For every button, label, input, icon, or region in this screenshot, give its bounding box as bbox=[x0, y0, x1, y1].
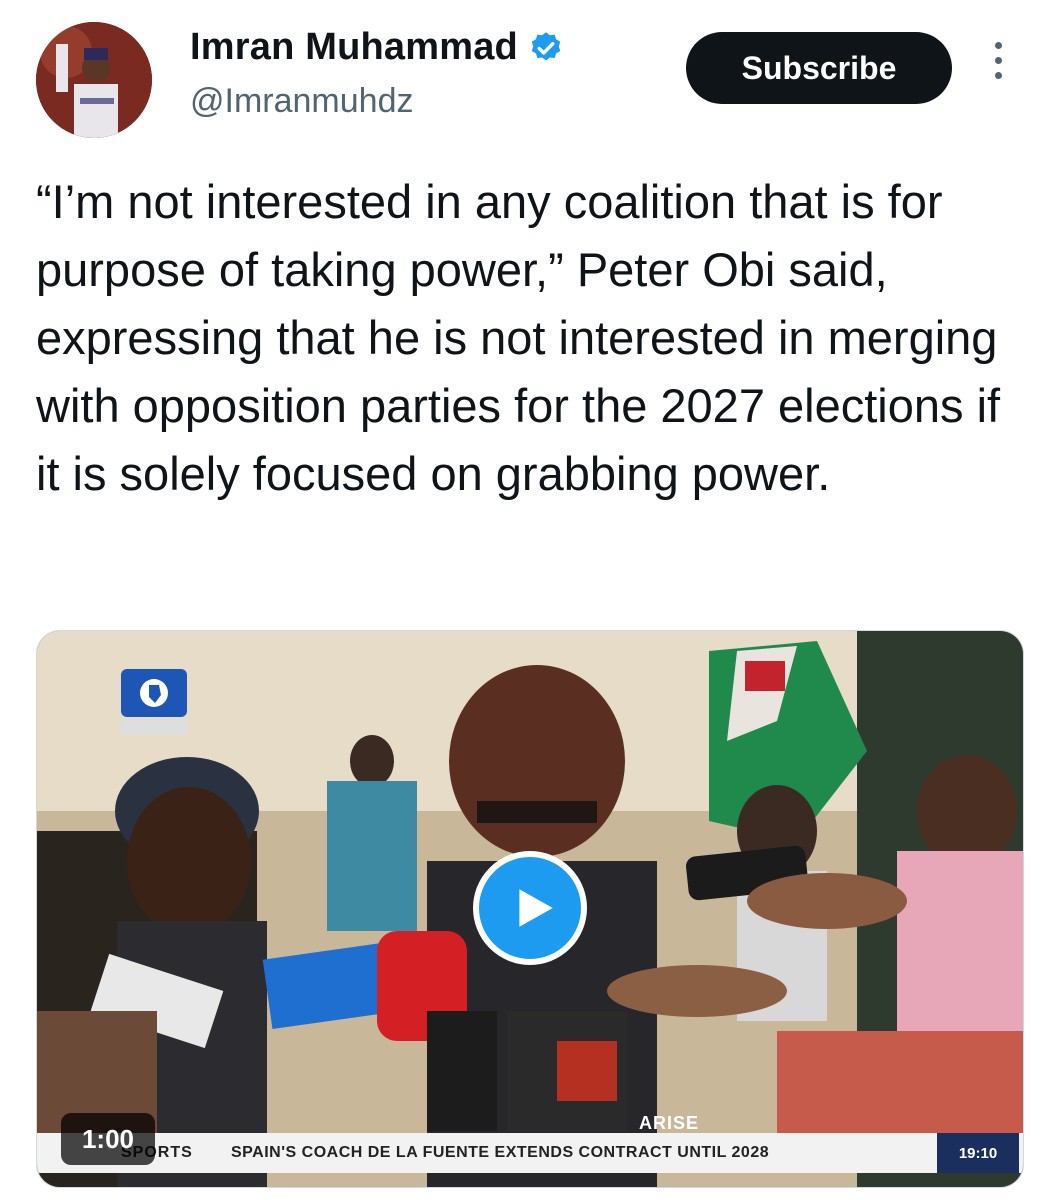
channels-tv-logo bbox=[121, 669, 187, 735]
network-watermark: ARISE bbox=[639, 1113, 700, 1133]
author-handle[interactable]: @Imranmuhdz bbox=[190, 82, 413, 121]
subscribe-button[interactable]: Subscribe bbox=[686, 32, 952, 104]
avatar-image bbox=[36, 22, 152, 138]
tweet-header: Imran Muhammad @Imranmuhdz Subscribe bbox=[0, 0, 1058, 150]
verified-badge-icon bbox=[531, 31, 561, 60]
author-name-row: Imran Muhammad bbox=[190, 26, 564, 69]
avatar[interactable] bbox=[36, 22, 152, 138]
ticker-time: 19:10 bbox=[937, 1133, 1019, 1173]
play-triangle-icon bbox=[519, 889, 553, 927]
tweet-text: “I’m not interested in any coalition tha… bbox=[36, 175, 1014, 500]
ticker-headline: SPAIN'S COACH DE LA FUENTE EXTENDS CONTR… bbox=[231, 1144, 770, 1161]
video-player[interactable]: ARISE SPORTS SPAIN'S COACH DE LA FUENTE … bbox=[36, 630, 1024, 1188]
video-duration-badge: 1:00 bbox=[61, 1113, 155, 1165]
play-icon[interactable] bbox=[473, 851, 587, 965]
more-vertical-icon[interactable] bbox=[988, 42, 1008, 92]
author-display-name[interactable]: Imran Muhammad bbox=[190, 26, 518, 69]
news-ticker: SPORTS SPAIN'S COACH DE LA FUENTE EXTEND… bbox=[37, 1133, 1023, 1173]
